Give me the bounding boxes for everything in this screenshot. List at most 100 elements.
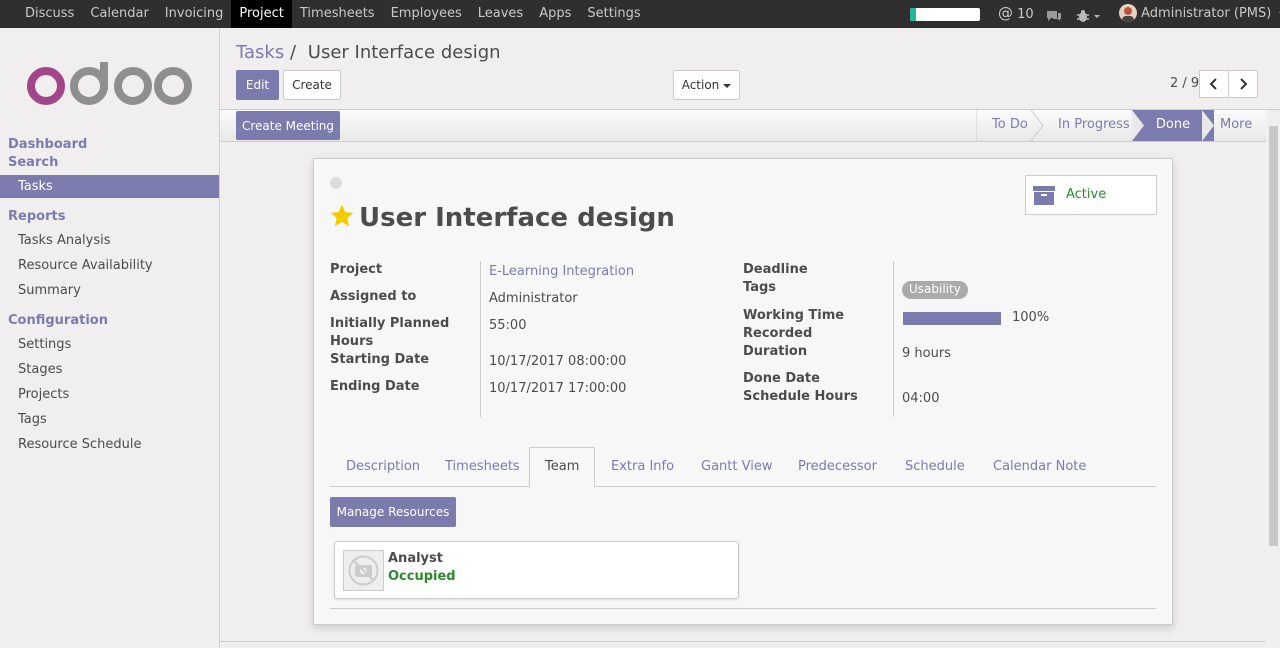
sidebar-reports[interactable]: Reports — [8, 209, 65, 224]
working-time-progress-bar — [903, 312, 1001, 325]
tab-predecessor[interactable]: Predecessor — [783, 447, 892, 487]
sidebar-item-settings[interactable]: Settings — [18, 337, 71, 352]
sheet-bottom-divider — [220, 641, 1266, 642]
task-title: User Interface design — [359, 203, 675, 233]
action-dropdown[interactable]: Action — [673, 70, 740, 100]
menu-timesheets[interactable]: Timesheets — [292, 0, 383, 28]
section-divider — [330, 608, 1156, 609]
breadcrumb-tasks[interactable]: Tasks — [236, 42, 284, 63]
resource-name: Analyst — [388, 551, 443, 566]
kanban-state-dot[interactable] — [330, 177, 342, 189]
stage-todo[interactable]: To Do — [992, 110, 1028, 141]
sidebar-item-summary[interactable]: Summary — [18, 283, 81, 298]
star-icon[interactable] — [329, 203, 355, 233]
menu-employees[interactable]: Employees — [383, 0, 470, 28]
end-date-value[interactable]: 10/17/2017 17:00:00 — [489, 381, 626, 396]
active-toggle-button[interactable]: Active — [1025, 175, 1157, 215]
working-time-label-1: Working Time — [743, 308, 845, 323]
tab-timesheets[interactable]: Timesheets — [430, 447, 535, 487]
pager-next-button[interactable] — [1228, 70, 1258, 98]
chevron-right-icon — [1240, 78, 1248, 90]
stage-in-progress[interactable]: In Progress — [1058, 110, 1130, 141]
resource-status: Occupied — [388, 569, 456, 584]
sidebar-item-resource-schedule[interactable]: Resource Schedule — [18, 437, 142, 452]
start-date-value[interactable]: 10/17/2017 08:00:00 — [489, 354, 626, 369]
at-icon: @ — [998, 4, 1013, 22]
sidebar-item-tags[interactable]: Tags — [18, 412, 47, 427]
schedule-hours-value[interactable]: 04:00 — [902, 391, 939, 406]
chevron-left-icon — [1209, 78, 1217, 90]
assigned-value[interactable]: Administrator — [489, 291, 578, 306]
stage-done-label: Done — [1155, 117, 1191, 132]
menu-leaves[interactable]: Leaves — [470, 0, 531, 28]
tags-label: Tags — [743, 280, 777, 295]
sidebar-item-stages[interactable]: Stages — [18, 362, 62, 377]
loading-progress-bar — [910, 8, 980, 21]
create-meeting-button[interactable]: Create Meeting — [236, 111, 340, 140]
sidebar-item-resource-availability[interactable]: Resource Availability — [18, 258, 153, 273]
schedule-hours-label: Schedule Hours — [743, 389, 858, 404]
menu-settings[interactable]: Settings — [579, 0, 648, 28]
tab-team[interactable]: Team — [529, 447, 596, 488]
stage-done[interactable]: Done — [1132, 110, 1214, 141]
breadcrumb-separator: / — [289, 42, 297, 63]
planned-hours-value[interactable]: 55:00 — [489, 318, 526, 333]
menu-project[interactable]: Project — [231, 0, 292, 28]
tab-calendar-note[interactable]: Calendar Note — [978, 447, 1101, 487]
main-content: Tasks / User Interface design Edit Creat… — [220, 28, 1280, 648]
tab-gantt-view[interactable]: Gantt View — [686, 447, 787, 487]
sidebar-dashboard[interactable]: Dashboard — [8, 137, 87, 152]
vertical-scrollbar[interactable] — [1266, 112, 1280, 648]
odoo-logo[interactable] — [26, 62, 194, 106]
planned-hours-label-1: Initially Planned — [330, 316, 450, 331]
menu-apps[interactable]: Apps — [531, 0, 579, 28]
stage-more[interactable]: More — [1220, 110, 1252, 141]
tab-schedule[interactable]: Schedule — [890, 447, 980, 487]
menu-invoicing[interactable]: Invoicing — [157, 0, 232, 28]
scrollbar-thumb[interactable] — [1269, 126, 1278, 546]
debug-bug-icon[interactable] — [1076, 6, 1102, 22]
project-value[interactable]: E-Learning Integration — [489, 264, 634, 279]
sidebar-item-tasks[interactable]: Tasks — [0, 175, 219, 198]
form-sheet: User Interface design Active Project E-L… — [313, 158, 1173, 625]
archive-icon — [1033, 186, 1055, 205]
camera-placeholder-icon — [343, 550, 384, 591]
assigned-label: Assigned to — [330, 289, 417, 304]
menu-discuss[interactable]: Discuss — [0, 0, 82, 28]
working-time-value: 100% — [1012, 310, 1050, 325]
end-date-label: Ending Date — [330, 379, 420, 394]
duration-value[interactable]: 9 hours — [902, 346, 951, 361]
pager-previous-button[interactable] — [1199, 70, 1229, 98]
create-button[interactable]: Create — [283, 70, 341, 100]
mentions-count: 10 — [1017, 7, 1034, 22]
field-divider — [480, 261, 481, 417]
pager-value[interactable]: 2 / 9 — [1170, 76, 1199, 91]
app-sidebar: Dashboard Search Tasks Reports Tasks Ana… — [0, 28, 220, 648]
duration-label: Duration — [743, 344, 808, 359]
chat-icon[interactable] — [1045, 6, 1063, 22]
resource-card[interactable]: Analyst Occupied — [334, 541, 739, 599]
top-navbar: Discuss Calendar Invoicing Project Times… — [0, 0, 1280, 28]
sidebar-search[interactable]: Search — [8, 155, 58, 170]
tab-extra-info[interactable]: Extra Info — [596, 447, 689, 487]
edit-button[interactable]: Edit — [236, 70, 279, 100]
chevron-down-icon — [723, 83, 732, 88]
tab-description[interactable]: Description — [331, 447, 435, 487]
user-name: Administrator (PMS) — [1141, 6, 1272, 21]
sidebar-configuration[interactable]: Configuration — [8, 313, 108, 328]
project-label: Project — [330, 262, 383, 277]
manage-resources-button[interactable]: Manage Resources — [330, 497, 456, 527]
sidebar-item-tasks-analysis[interactable]: Tasks Analysis — [18, 233, 111, 248]
tag-badge[interactable]: Usability — [902, 281, 968, 299]
planned-hours-label-2: Hours — [330, 334, 374, 349]
user-menu[interactable]: Administrator (PMS) — [1119, 0, 1280, 28]
mentions-button[interactable]: @ 10 — [998, 0, 1034, 28]
working-time-label-2: Recorded — [743, 326, 813, 341]
notebook-tabs: Description Timesheets Team Extra Info G… — [330, 447, 1156, 488]
control-panel: Tasks / User Interface design Edit Creat… — [220, 28, 1280, 110]
sidebar-item-projects[interactable]: Projects — [18, 387, 69, 402]
breadcrumb-current: User Interface design — [307, 42, 501, 63]
done-date-label: Done Date — [743, 371, 820, 386]
menu-calendar[interactable]: Calendar — [82, 0, 156, 28]
start-date-label: Starting Date — [330, 352, 430, 367]
